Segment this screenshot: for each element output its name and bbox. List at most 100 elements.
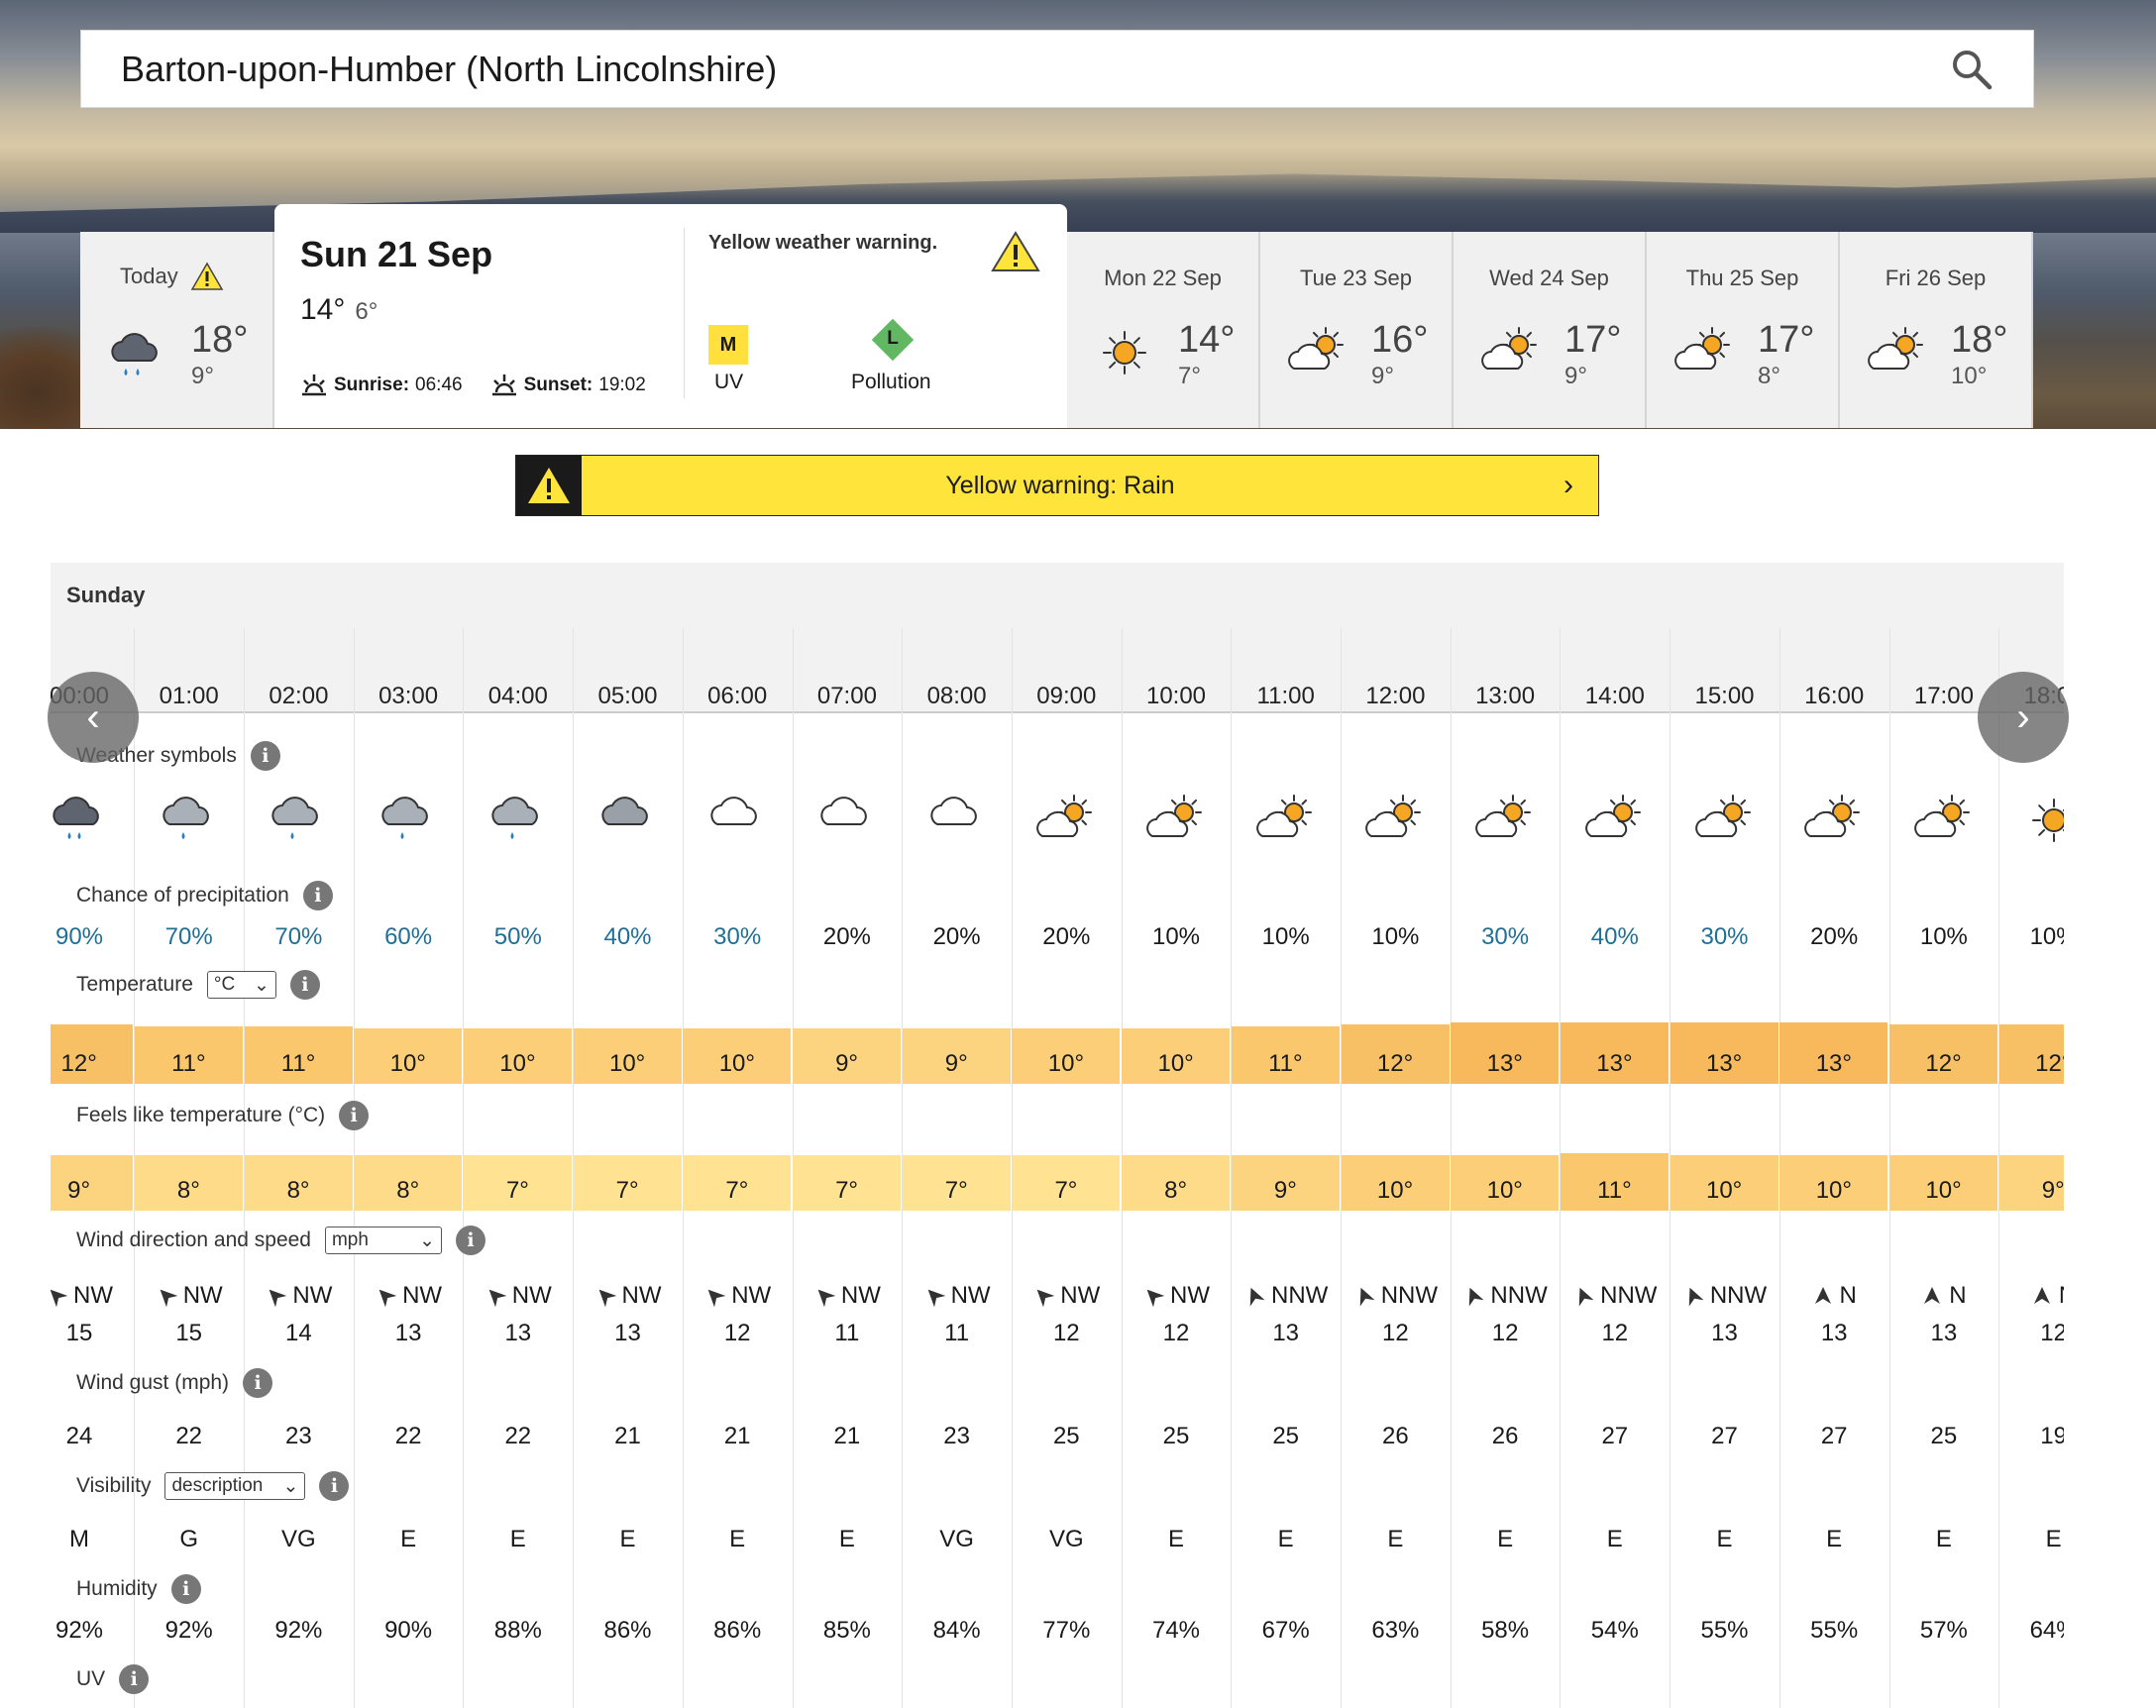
row-label-text: Feels like temperature (°C) xyxy=(76,1104,326,1126)
temperature-cell: 10° xyxy=(573,1028,682,1084)
wind-arrow-icon xyxy=(488,1289,507,1308)
wind-gust-cell: 21 xyxy=(833,1423,861,1449)
visibility-mode-select[interactable]: description ⌄ xyxy=(164,1472,306,1500)
precipitation-cell: 60% xyxy=(384,923,433,950)
info-icon[interactable]: i xyxy=(243,1368,273,1398)
wind-speed-cell: 15 xyxy=(175,1320,203,1346)
day-low-temp: 10° xyxy=(1951,363,1988,389)
hour-time-cell: 11:00 xyxy=(1256,683,1315,709)
visibility-cell: E xyxy=(2045,1526,2062,1552)
chevron-down-icon: ⌄ xyxy=(282,1475,299,1497)
temperature-cell: 11° xyxy=(244,1026,353,1084)
temperature-label: Temperature °C ⌄ i xyxy=(76,970,320,1000)
temperature-cell: 10° xyxy=(1122,1028,1231,1084)
wind-direction-cell: NNW xyxy=(1671,1282,1779,1312)
wind-direction-cell: NNW xyxy=(1341,1282,1450,1312)
info-icon[interactable]: i xyxy=(119,1664,150,1694)
light-rain-icon xyxy=(464,795,573,851)
wind-unit-value: mph xyxy=(331,1229,369,1250)
cloud-icon xyxy=(683,795,792,851)
sunny-intervals-icon xyxy=(1779,795,1888,851)
temperature-cell: 11° xyxy=(134,1026,243,1084)
humidity-cell: 92% xyxy=(54,1617,104,1644)
wind-arrow-icon xyxy=(707,1289,726,1308)
visibility-cell: VG xyxy=(1048,1526,1084,1552)
scroll-left-button[interactable]: ‹ xyxy=(48,672,139,763)
wind-direction-cell: NW xyxy=(574,1282,683,1312)
precipitation-label: Chance of precipitation i xyxy=(76,881,333,910)
wind-gust-cell: 21 xyxy=(614,1423,641,1449)
visibility-cell: E xyxy=(509,1526,526,1552)
wind-unit-select[interactable]: mph ⌄ xyxy=(324,1227,442,1254)
humidity-cell: 92% xyxy=(274,1617,323,1644)
hour-time-cell: 05:00 xyxy=(597,683,658,709)
temperature-unit-select[interactable]: °C ⌄ xyxy=(206,971,276,999)
day-tab-2[interactable]: Tue 23 Sep 16° 9° xyxy=(1260,232,1454,428)
feels-like-cell: 7° xyxy=(793,1155,902,1211)
wind-direction-cell: NW xyxy=(464,1282,573,1312)
feels-like-cell: 9° xyxy=(1231,1155,1340,1211)
info-icon[interactable]: i xyxy=(170,1574,201,1604)
wind-gust-label: Wind gust (mph) i xyxy=(76,1368,273,1398)
precipitation-cell: 10% xyxy=(1919,923,1968,950)
humidity-cell: 85% xyxy=(822,1617,871,1644)
row-label-text: Visibility xyxy=(76,1474,152,1497)
warning-banner[interactable]: Yellow warning: Rain › xyxy=(515,455,1599,516)
weather-warning-title[interactable]: Yellow weather warning. xyxy=(708,232,937,255)
humidity-cell: 55% xyxy=(1700,1617,1749,1644)
row-label-text: Humidity xyxy=(76,1577,158,1600)
wind-direction-cell: N xyxy=(1779,1282,1888,1312)
hour-time-cell: 15:00 xyxy=(1694,683,1755,709)
day-low-temp: 7° xyxy=(1178,363,1201,389)
humidity-cell: 86% xyxy=(603,1617,652,1644)
precipitation-cell: 90% xyxy=(54,923,104,950)
chevron-right-icon: › xyxy=(2016,694,2030,739)
temperature-cell: 9° xyxy=(902,1028,1011,1084)
wind-arrow-icon xyxy=(927,1289,945,1308)
info-icon[interactable]: i xyxy=(319,1471,350,1501)
temperature-cell: 13° xyxy=(1779,1022,1888,1084)
wind-direction-cell: NW xyxy=(244,1282,353,1312)
hour-time-cell: 09:00 xyxy=(1036,683,1097,709)
day-tab-5[interactable]: Fri 26 Sep 18° 10° xyxy=(1840,232,2033,428)
day-tab-4[interactable]: Thu 25 Sep 17° 8° xyxy=(1647,232,1840,428)
row-label-text: UV xyxy=(76,1667,106,1690)
day-tab-today[interactable]: Today 18° 9° xyxy=(80,232,274,428)
temperature-cell: 12° xyxy=(1341,1024,1450,1084)
sunny-intervals-icon xyxy=(1122,795,1231,851)
day-high-temp: 16° xyxy=(1371,319,1429,361)
info-icon[interactable]: i xyxy=(302,881,333,910)
info-icon[interactable]: i xyxy=(289,970,320,1000)
feels-like-cell: 8° xyxy=(134,1155,243,1211)
warning-triangle-icon xyxy=(516,456,582,515)
precipitation-cell: 20% xyxy=(822,923,871,950)
location-search-bar[interactable]: Barton-upon-Humber (North Lincolnshire) xyxy=(80,30,2034,108)
scroll-right-button[interactable]: › xyxy=(1978,672,2069,763)
search-icon[interactable] xyxy=(1950,48,1994,91)
humidity-cell: 63% xyxy=(1371,1617,1420,1644)
wind-gust-cell: 23 xyxy=(943,1423,970,1449)
wind-direction-cell: N xyxy=(1889,1282,1998,1312)
info-icon[interactable]: i xyxy=(455,1226,485,1255)
feels-like-cell: 7° xyxy=(463,1155,572,1211)
info-icon[interactable]: i xyxy=(339,1101,370,1130)
uv-row-label: UV i xyxy=(76,1664,150,1694)
location-search-input[interactable]: Barton-upon-Humber (North Lincolnshire) xyxy=(121,49,1950,90)
wind-speed-cell: 12 xyxy=(1162,1320,1190,1346)
wind-gust-cell: 27 xyxy=(1711,1423,1738,1449)
heavy-rain-icon xyxy=(51,795,134,851)
hour-time-cell: 12:00 xyxy=(1365,683,1426,709)
day-tab-label: Wed 24 Sep xyxy=(1489,266,1609,290)
wind-gust-cell: 25 xyxy=(1162,1423,1190,1449)
wind-gust-cell: 25 xyxy=(1930,1423,1958,1449)
temp-unit-value: °C xyxy=(213,974,236,995)
day-tab-1[interactable]: Mon 22 Sep 14° 7° xyxy=(1067,232,1260,428)
day-tab-3[interactable]: Wed 24 Sep 17° 9° xyxy=(1454,232,1647,428)
selected-high-temp: 14° xyxy=(300,293,346,326)
today-low-temp: 9° xyxy=(191,363,214,389)
info-icon[interactable]: i xyxy=(250,741,280,771)
panel-divider xyxy=(684,228,685,398)
uv-label: UV xyxy=(714,371,744,393)
wind-speed-cell: 15 xyxy=(65,1320,93,1346)
wind-direction-cell: NNW xyxy=(1232,1282,1341,1312)
